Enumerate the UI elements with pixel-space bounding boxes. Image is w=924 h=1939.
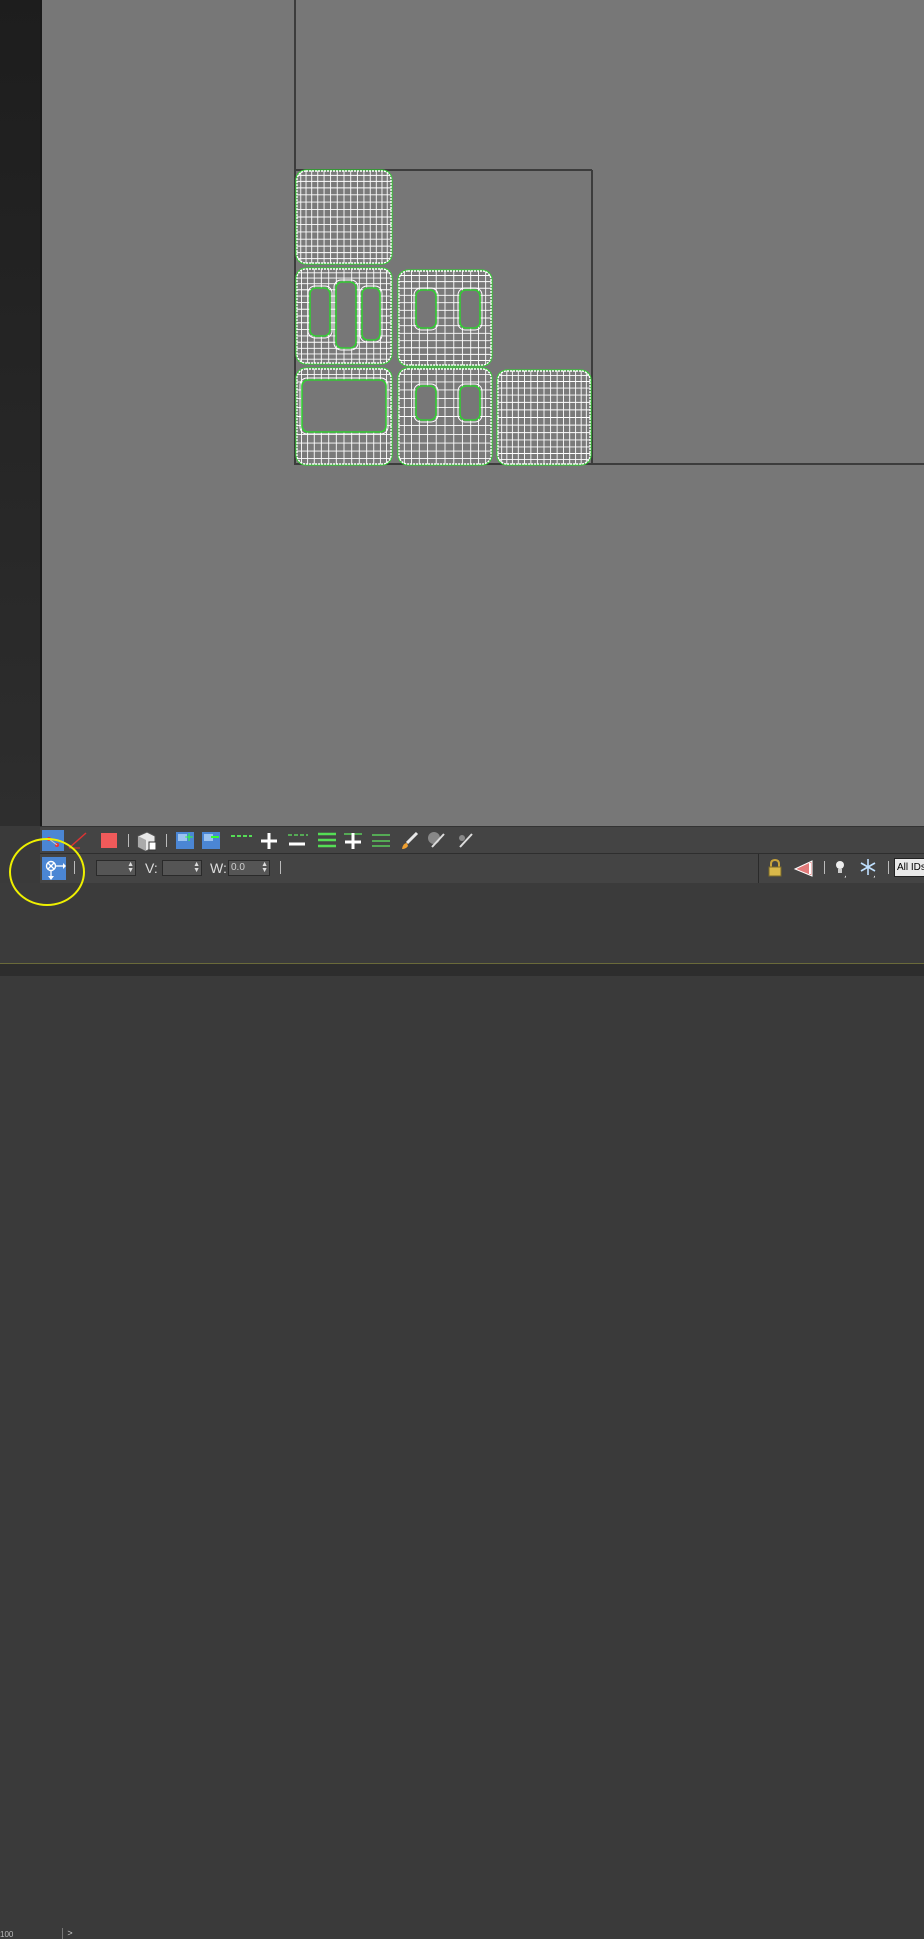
selection-toolbar: + xyxy=(40,826,924,854)
grow-selection-icon: + xyxy=(176,830,194,849)
zoom-readout: 100 xyxy=(0,1930,14,1939)
time-slider-bar: 100 > xyxy=(0,963,924,1939)
ring-icon xyxy=(318,832,336,848)
next-arrow-button[interactable]: > xyxy=(62,1928,77,1939)
loop-shrink-button[interactable] xyxy=(286,830,308,851)
paint-shrink-button[interactable] xyxy=(452,830,474,851)
svg-text:,: , xyxy=(844,870,847,878)
paint-select-button[interactable] xyxy=(398,830,420,851)
element-select-button[interactable] xyxy=(134,830,156,851)
lock-button[interactable] xyxy=(764,857,786,878)
lock-icon xyxy=(768,858,782,877)
transform-toolbar: ▲ ▼ V: ▲ ▼ W: 0.0 ▲ ▼ , , All IDs xyxy=(40,853,924,884)
element-select-icon xyxy=(137,831,156,851)
hide-icon xyxy=(793,860,813,877)
snowflake-icon: , xyxy=(860,859,876,878)
loop-grow-button[interactable] xyxy=(258,830,280,851)
ring-grow-icon xyxy=(344,833,362,849)
polygon-select-button[interactable] xyxy=(98,830,120,851)
svg-text:,: , xyxy=(873,870,876,878)
uv-canvas[interactable] xyxy=(42,0,924,826)
freeze-button[interactable]: , xyxy=(858,857,880,878)
ring-grow-button[interactable] xyxy=(342,830,364,851)
ring-shrink-icon xyxy=(372,834,390,847)
v-spinner[interactable]: ▲ ▼ xyxy=(162,860,202,876)
separator xyxy=(280,861,281,874)
lower-panel xyxy=(0,883,924,963)
w-spinner[interactable]: 0.0 ▲ ▼ xyxy=(228,860,270,876)
w-value: 0.0 xyxy=(231,862,245,873)
loop-grow-icon xyxy=(261,833,277,849)
ring-button[interactable] xyxy=(316,830,338,851)
svg-text:+: + xyxy=(184,830,194,844)
paint-shrink-icon xyxy=(459,833,473,848)
uv-island[interactable] xyxy=(295,169,393,265)
shrink-selection-button[interactable] xyxy=(200,830,222,851)
w-label: W: xyxy=(210,860,227,876)
highlight-annotation-circle xyxy=(9,838,85,906)
left-panel-strip xyxy=(0,0,40,826)
separator xyxy=(128,834,129,847)
material-id-filter-dropdown[interactable]: All IDs xyxy=(894,858,924,877)
uv-island[interactable] xyxy=(496,369,592,466)
paint-grow-icon xyxy=(428,832,445,848)
paint-select-icon xyxy=(402,831,419,849)
separator xyxy=(166,834,167,847)
v-label: V: xyxy=(145,860,158,876)
separator xyxy=(824,861,825,874)
spinner-arrows-icon[interactable]: ▲ ▼ xyxy=(193,861,200,874)
polygon-select-icon xyxy=(101,833,117,848)
grow-selection-button[interactable]: + xyxy=(174,830,196,851)
loop-icon xyxy=(231,835,252,837)
separator xyxy=(888,861,889,874)
uv-island[interactable] xyxy=(295,367,393,466)
paint-grow-button[interactable] xyxy=(424,830,446,851)
loop-button[interactable] xyxy=(230,830,252,851)
lightbulb-icon: , xyxy=(836,861,847,878)
loop-shrink-icon xyxy=(288,834,308,846)
uv-island[interactable] xyxy=(397,367,493,466)
uv-island[interactable] xyxy=(295,267,393,365)
spinner-arrows-icon[interactable]: ▲ ▼ xyxy=(127,861,134,874)
uv-islands[interactable] xyxy=(295,169,592,466)
divider xyxy=(758,854,759,883)
spinner-arrows-icon[interactable]: ▲ ▼ xyxy=(261,861,268,874)
hide-button[interactable] xyxy=(792,857,814,878)
uv-island[interactable] xyxy=(397,269,493,367)
u-spinner[interactable]: ▲ ▼ xyxy=(96,860,136,876)
ring-shrink-button[interactable] xyxy=(370,830,392,851)
uv-viewport[interactable] xyxy=(40,0,924,826)
shrink-selection-icon xyxy=(202,832,220,849)
lightbulb-button[interactable]: , xyxy=(830,857,852,878)
